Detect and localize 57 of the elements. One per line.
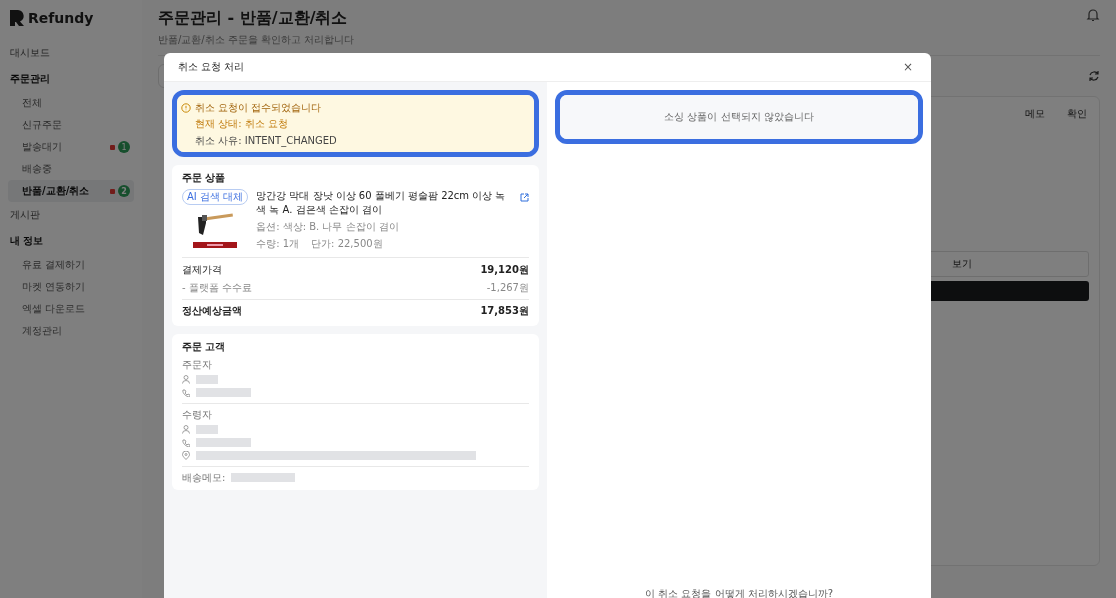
external-link-icon[interactable]: [520, 193, 529, 202]
sidebar-item[interactable]: 주문관리: [8, 66, 134, 92]
phone-icon: [182, 388, 190, 397]
sidebar-subitem[interactable]: 마켓 연동하기: [8, 276, 134, 298]
empty-state-panel: 소싱 상품이 선택되지 않았습니다: [560, 95, 918, 139]
alert-title: 취소 요청이 접수되었습니다: [195, 101, 322, 115]
price-label: 결제가격: [182, 263, 222, 277]
alert-status: 현재 상태: 취소 요청: [195, 117, 289, 131]
warning-icon: [181, 103, 191, 113]
sidebar-subitem[interactable]: 발송대기 1: [8, 136, 134, 158]
refresh-icon[interactable]: [1088, 70, 1100, 82]
brand-name: Refundy: [28, 10, 94, 26]
price-value: 19,120원: [480, 263, 529, 277]
redacted-text: [231, 473, 296, 482]
redacted-text: [196, 388, 251, 397]
price-label: 정산예상금액: [182, 304, 242, 318]
sidebar-item[interactable]: 내 정보: [8, 228, 134, 254]
price-value: -1,267원: [486, 281, 529, 295]
sidebar-subitem[interactable]: 유료 결제하기: [8, 254, 134, 276]
sidebar-item[interactable]: 대시보드: [8, 40, 134, 66]
redacted-text: [196, 438, 251, 447]
redacted-text: [196, 425, 218, 434]
phone-icon: [182, 438, 190, 447]
card-title: 주문 고객: [182, 340, 227, 354]
column-header: 확인: [1067, 107, 1087, 121]
logo-icon: [10, 10, 24, 26]
sidebar-subitem[interactable]: 신규주문: [8, 114, 134, 136]
bell-icon[interactable]: [1086, 8, 1100, 22]
modal-title: 취소 요청 처리: [178, 60, 245, 74]
column-header: 메모: [1025, 107, 1045, 121]
location-icon: [182, 451, 190, 460]
sidebar-subitem[interactable]: 전체: [8, 92, 134, 114]
group-label: 수령자: [182, 408, 213, 422]
sidebar-subitem[interactable]: 엑셀 다운로드: [8, 298, 134, 320]
product-option: 옵션: 색상: B. 나무 손잡이 겸이: [256, 220, 512, 234]
group-label: 주문자: [182, 358, 213, 372]
product-name: 망간강 막대 장낫 이상 60 풀베기 평술팜 22cm 이상 녹색 녹 A. 검은색 손잡이 겸이: [256, 189, 507, 217]
question-text: 이 취소 요청을 어떻게 처리하시겠습니까?: [644, 587, 834, 598]
sidebar-item[interactable]: 게시판: [8, 202, 134, 228]
sidebar-subitem[interactable]: 배송중: [8, 158, 134, 180]
page-subtitle: 반품/교환/취소 주문을 확인하고 처리합니다: [158, 33, 355, 47]
price-label: - 플랫폼 수수료: [182, 281, 252, 295]
person-icon: [182, 375, 190, 384]
card-title: 주문 상품: [182, 171, 227, 185]
memo-label: 배송메모:: [182, 470, 226, 485]
close-button[interactable]: ×: [900, 60, 915, 74]
quantity: 수량: 1개: [256, 237, 300, 251]
redacted-text: [196, 375, 218, 384]
sidebar-subitem[interactable]: 반품/교환/취소 2: [8, 180, 134, 202]
unit-price: 단가: 22,500원: [311, 237, 383, 251]
page-title: 주문관리 - 반품/교환/취소: [158, 8, 349, 29]
count-badge: 2: [118, 185, 130, 197]
cancel-reason: 취소 사유: INTENT_CHANGED: [195, 134, 338, 148]
price-value: 17,853원: [480, 304, 529, 318]
sidebar-subitem[interactable]: 계정관리: [8, 320, 134, 342]
person-icon: [182, 425, 190, 434]
count-badge: 1: [118, 141, 130, 153]
